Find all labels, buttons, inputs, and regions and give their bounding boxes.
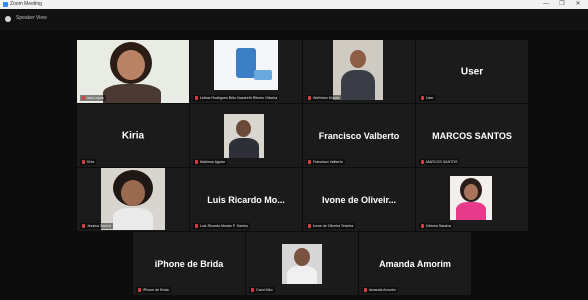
muted-mic-icon bbox=[195, 160, 198, 165]
participant-name-display: Francisco Valberto bbox=[318, 130, 400, 141]
video-tile[interactable]: MARCOS SANTOS MARCOS SANTOS bbox=[416, 104, 528, 167]
video-tile[interactable]: User User bbox=[416, 40, 528, 103]
participant-video bbox=[333, 40, 383, 100]
participant-name-display: User bbox=[460, 66, 484, 77]
muted-mic-icon bbox=[421, 96, 424, 101]
video-tile[interactable]: Iara Lopes bbox=[77, 40, 189, 103]
participant-name-label: iPhone de Brida bbox=[136, 287, 171, 293]
participant-name-label: Débora Saraiva bbox=[419, 223, 453, 229]
muted-mic-icon bbox=[82, 224, 85, 229]
participant-name-label: MARCOS SANTOS bbox=[419, 159, 460, 165]
muted-mic-icon bbox=[308, 224, 311, 229]
participant-name-label: Luis Ricardo Morais P. Santos bbox=[193, 223, 250, 229]
participant-name-label: Matheus Aguiar bbox=[193, 159, 227, 165]
muted-mic-icon bbox=[308, 96, 311, 101]
participant-name-display: Ivone de Oliveir... bbox=[321, 194, 397, 205]
video-tile[interactable]: Débora Saraiva bbox=[416, 168, 528, 231]
participant-name-label: Ivone de Oliveira Teixeira bbox=[306, 223, 356, 229]
video-tile[interactable]: Leticia Rodrigues Brito Nazareth Ribeiro… bbox=[190, 40, 302, 103]
window-titlebar: Zoom Meeting — ❐ ✕ bbox=[0, 0, 588, 9]
muted-mic-icon bbox=[308, 160, 311, 165]
video-tile[interactable]: Ivone de Oliveir... Ivone de Oliveira Te… bbox=[303, 168, 415, 231]
participant-video bbox=[224, 114, 264, 158]
video-tile[interactable]: Amanda Amorim Amanda Amorim bbox=[359, 232, 471, 295]
video-tile[interactable]: Carol Kiko bbox=[246, 232, 358, 295]
video-tile[interactable]: Luis Ricardo Mo... Luis Ricardo Morais P… bbox=[190, 168, 302, 231]
video-tile[interactable]: Jessica Santos bbox=[77, 168, 189, 231]
muted-mic-icon bbox=[364, 288, 367, 293]
meeting-top-bar: Speaker View bbox=[0, 9, 588, 31]
participant-name-display: MARCOS SANTOS bbox=[432, 130, 512, 141]
participant-name-label: Jessica Santos bbox=[80, 223, 114, 229]
participant-name-label: User bbox=[419, 95, 436, 101]
participant-name-label: Wellinton Moura bbox=[306, 95, 341, 101]
participant-name-display: iPhone de Brida bbox=[154, 258, 224, 269]
muted-mic-icon bbox=[82, 96, 85, 101]
zoom-app-icon bbox=[3, 2, 8, 7]
muted-mic-icon bbox=[195, 96, 198, 101]
participant-video bbox=[450, 176, 492, 220]
participant-video bbox=[77, 40, 189, 103]
video-tile[interactable]: Wellinton Moura bbox=[303, 40, 415, 103]
participant-name-label: Carol Kiko bbox=[249, 287, 275, 293]
muted-mic-icon bbox=[138, 288, 141, 293]
muted-mic-icon bbox=[251, 288, 254, 293]
video-tile[interactable]: Matheus Aguiar bbox=[190, 104, 302, 167]
participant-name-label: Leticia Rodrigues Brito Nazareth Ribeiro… bbox=[193, 95, 279, 101]
video-tile[interactable]: Kiria Kiria bbox=[77, 104, 189, 167]
muted-mic-icon bbox=[421, 160, 424, 165]
video-tile[interactable]: iPhone de Brida iPhone de Brida bbox=[133, 232, 245, 295]
participant-name-label: Kiria bbox=[80, 159, 97, 165]
security-shield-icon[interactable] bbox=[5, 16, 11, 22]
participant-video bbox=[282, 244, 322, 284]
muted-mic-icon bbox=[82, 160, 85, 165]
participant-name-label: Francisco Valberto bbox=[306, 159, 345, 165]
participant-name-display: Luis Ricardo Mo... bbox=[207, 194, 285, 205]
participant-name-display: Kiria bbox=[121, 130, 145, 141]
participant-name-label: Amanda Amorim bbox=[362, 287, 398, 293]
view-toggle-button[interactable]: Speaker View bbox=[16, 15, 47, 21]
window-title: Zoom Meeting bbox=[10, 1, 42, 7]
participant-name-label: Iara Lopes bbox=[80, 95, 106, 101]
close-button[interactable]: ✕ bbox=[572, 0, 584, 9]
participant-logo-image bbox=[214, 40, 278, 90]
participant-name-display: Amanda Amorim bbox=[379, 258, 451, 269]
minimize-button[interactable]: — bbox=[540, 0, 552, 9]
maximize-button[interactable]: ❐ bbox=[556, 0, 568, 9]
participant-video bbox=[101, 168, 165, 230]
muted-mic-icon bbox=[421, 224, 424, 229]
muted-mic-icon bbox=[195, 224, 198, 229]
video-tile[interactable]: Francisco Valberto Francisco Valberto bbox=[303, 104, 415, 167]
